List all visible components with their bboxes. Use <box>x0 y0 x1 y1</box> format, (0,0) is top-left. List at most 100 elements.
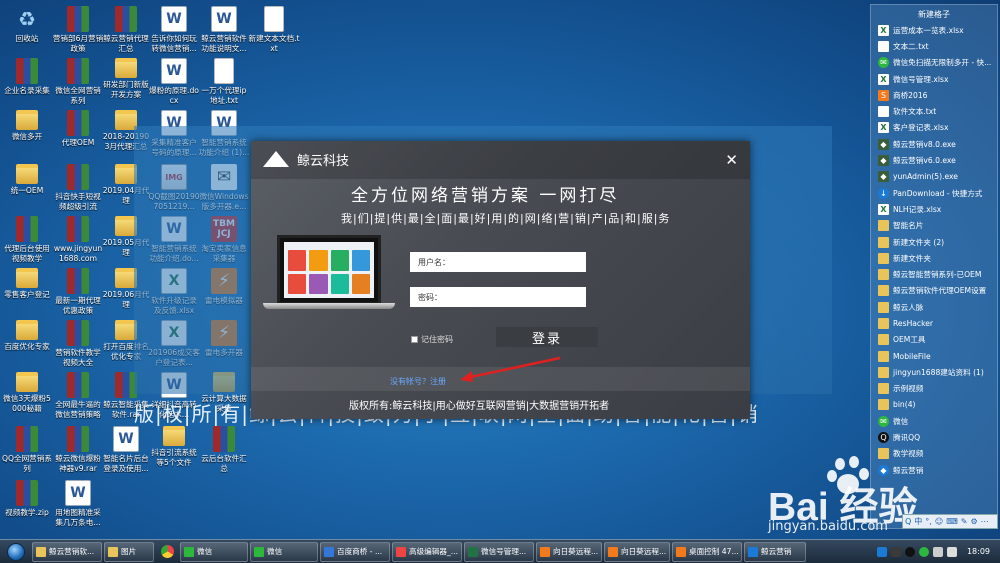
ime-toolbar-item[interactable]: ☺ <box>935 517 943 526</box>
desktop-icon[interactable]: www.jingyun1688.com <box>52 216 104 263</box>
panel-item[interactable]: Q 腾讯QQ <box>871 429 997 445</box>
panel-item[interactable]: 智能名片 <box>871 218 997 234</box>
desktop-icon[interactable]: 抖音快手短视频超级引流 <box>52 164 104 211</box>
close-icon[interactable]: ✕ <box>725 151 738 169</box>
desktop-icon[interactable]: 统一OEM <box>1 164 53 196</box>
panel-item[interactable]: X 客户登记表.xlsx <box>871 120 997 136</box>
ime-toolbar-item[interactable]: ✎ <box>961 517 968 526</box>
desktop-icon[interactable]: 微信多开 <box>1 110 53 142</box>
start-button[interactable] <box>0 540 32 563</box>
panel-item[interactable]: X 运营成本一览表.xlsx <box>871 22 997 38</box>
taskbar-button[interactable]: 图片 <box>104 541 154 562</box>
tray-network-icon[interactable] <box>932 546 943 557</box>
taskbar-button[interactable]: 向日葵远程... <box>536 541 602 562</box>
taskbar-button[interactable]: 微信号管理... <box>464 541 534 562</box>
panel-item[interactable]: S 商桥2016 <box>871 87 997 103</box>
panel-item[interactable]: 教学视频 <box>871 446 997 462</box>
desktop-icon-label: 代理OEM <box>61 138 95 147</box>
taskbar-button[interactable]: 向日葵远程... <box>604 541 670 562</box>
desktop-icon[interactable]: W 爆粉的原理.docx <box>148 58 200 105</box>
panel-item[interactable]: X 微信号管理.xlsx <box>871 71 997 87</box>
panel-item[interactable]: ↓ PanDownload - 快捷方式 <box>871 185 997 201</box>
taskbar-clock[interactable]: 18:09 <box>967 547 990 556</box>
desktop-icon[interactable]: 百度优化专家 <box>1 320 53 352</box>
desktop-icon[interactable]: 鲸云微信爆粉神器v9.rar <box>52 426 104 473</box>
register-link[interactable]: 没有帐号？注册 <box>390 376 446 387</box>
desktop-icon[interactable]: 研发部门新版开发方案 <box>100 58 152 99</box>
panel-item[interactable]: ✉ 微信 <box>871 413 997 429</box>
desktop-icon[interactable]: 微信3天爆粉5000秘籍 <box>1 372 53 413</box>
taskbar-chrome-button[interactable] <box>156 542 178 562</box>
ime-toolbar-item[interactable]: °, <box>925 517 932 526</box>
panel-item[interactable]: ResHacker <box>871 315 997 331</box>
desktop-icon[interactable]: 最新一期代理优惠政策 <box>52 268 104 315</box>
password-input[interactable] <box>442 287 586 307</box>
panel-item[interactable]: 软件文本.txt <box>871 103 997 119</box>
desktop-icon[interactable]: 微信全网营销系列 <box>52 58 104 105</box>
desktop-icon[interactable]: 抖音引流系统等5个文件 <box>148 426 200 467</box>
desktop-icon[interactable]: 营销部6月营销政策 <box>52 6 104 53</box>
password-field[interactable]: 密码： <box>410 287 586 307</box>
panel-item[interactable]: MobileFile <box>871 348 997 364</box>
panel-item[interactable]: ◆ 鲸云营销v8.0.exe <box>871 136 997 152</box>
tray-wechat-icon[interactable] <box>918 546 929 557</box>
taskbar-button[interactable]: 微信 <box>180 541 248 562</box>
ime-toolbar-item[interactable]: ⚙ <box>970 517 977 526</box>
login-button[interactable]: 登录 <box>496 327 598 347</box>
desktop-icon[interactable]: ♻ 回收站 <box>1 6 53 44</box>
desktop-icon[interactable]: W 告诉你如何玩转微信营销... <box>148 6 200 53</box>
taskbar-button[interactable]: 鲸云营销软... <box>32 541 102 562</box>
desktop-icon[interactable]: 一万个代理ip地址.txt <box>198 58 250 105</box>
ime-toolbar-item[interactable]: ⋯ <box>981 517 989 526</box>
panel-item[interactable]: 文本二.txt <box>871 38 997 54</box>
panel-item[interactable]: 新建文件夹 (2) <box>871 234 997 250</box>
tray-volume-icon[interactable] <box>946 546 957 557</box>
taskbar-button[interactable]: 微信 <box>250 541 318 562</box>
desktop-icon[interactable]: 代理后台使用视频教学 <box>1 216 53 263</box>
panel-item[interactable]: X NLH记录.xlsx <box>871 201 997 217</box>
desktop-icon[interactable]: 营销软件教学视频大全 <box>52 320 104 367</box>
desktop-icon[interactable]: W 智能名片后台登录及使用... <box>100 426 152 473</box>
desktop-icon[interactable]: QQ全网营销系列 <box>1 426 53 473</box>
taskbar-app-icon <box>184 546 194 557</box>
panel-item[interactable]: ✉ 微信免扫描无限制多开 - 快... <box>871 55 997 71</box>
tray-ime-icon[interactable] <box>876 546 887 557</box>
panel-item[interactable]: ◆ 鲸云营销v6.0.exe <box>871 152 997 168</box>
panel-item[interactable]: 鲸云智能营销系列-已OEM <box>871 266 997 282</box>
taskbar-button[interactable]: 百度商桥 - ... <box>320 541 390 562</box>
taskbar-button[interactable]: 高级编辑器_... <box>392 541 462 562</box>
winrar-icon <box>67 216 89 242</box>
desktop-icon[interactable]: 鲸云营销代理汇总 <box>100 6 152 53</box>
desktop-icon[interactable]: W 鲸云营销软件功能说明文... <box>198 6 250 53</box>
ime-toolbar-item[interactable]: Q <box>905 517 911 526</box>
desktop-icon[interactable]: W 用地图精准采集几万条电... <box>52 480 104 527</box>
ime-toolbar-item[interactable]: ⌨ <box>946 517 958 526</box>
panel-item[interactable]: 鲸云营销软件代理OEM设置 <box>871 283 997 299</box>
username-input[interactable] <box>450 252 586 272</box>
desktop-icon[interactable]: 零售客户登记 <box>1 268 53 300</box>
panel-item[interactable]: ◆ yunAdmin(5).exe <box>871 169 997 185</box>
panel-item[interactable]: 新建文件夹 <box>871 250 997 266</box>
taskbar-button[interactable]: 桌面控制 47... <box>672 541 742 562</box>
desktop-icon[interactable]: 云后台软件汇总 <box>198 426 250 473</box>
ime-toolbar[interactable]: Q 中 °, ☺ ⌨ ✎ ⚙ ⋯ <box>902 514 998 529</box>
panel-item[interactable]: bin(4) <box>871 397 997 413</box>
username-field[interactable]: 用户名： <box>410 252 586 272</box>
desktop-icon[interactable]: 全网最牛逼的微信营销策略 <box>52 372 104 419</box>
tray-help-icon[interactable] <box>890 546 901 557</box>
remember-checkbox[interactable] <box>411 336 418 343</box>
panel-item[interactable]: 鲸云人脉 <box>871 299 997 315</box>
taskbar-button-label: 微信 <box>197 547 213 556</box>
folder-icon <box>878 317 889 329</box>
taskbar-button[interactable]: 鲸云营销 <box>744 541 806 562</box>
remember-password[interactable]: 记住密码 <box>411 334 453 345</box>
panel-item[interactable]: 示例视频 <box>871 381 997 397</box>
ime-toolbar-item[interactable]: 中 <box>914 516 922 527</box>
panel-item[interactable]: OEM工具 <box>871 332 997 348</box>
desktop-icon[interactable]: 代理OEM <box>52 110 104 148</box>
desktop-icon[interactable]: 企业名录采集 <box>1 58 53 96</box>
desktop-icon[interactable]: 视频教学.zip <box>1 480 53 518</box>
tray-qq-icon[interactable] <box>904 546 915 557</box>
panel-item[interactable]: jingyun1688建站资料 (1) <box>871 364 997 380</box>
desktop-icon[interactable]: 新建文本文档.txt <box>248 6 300 53</box>
